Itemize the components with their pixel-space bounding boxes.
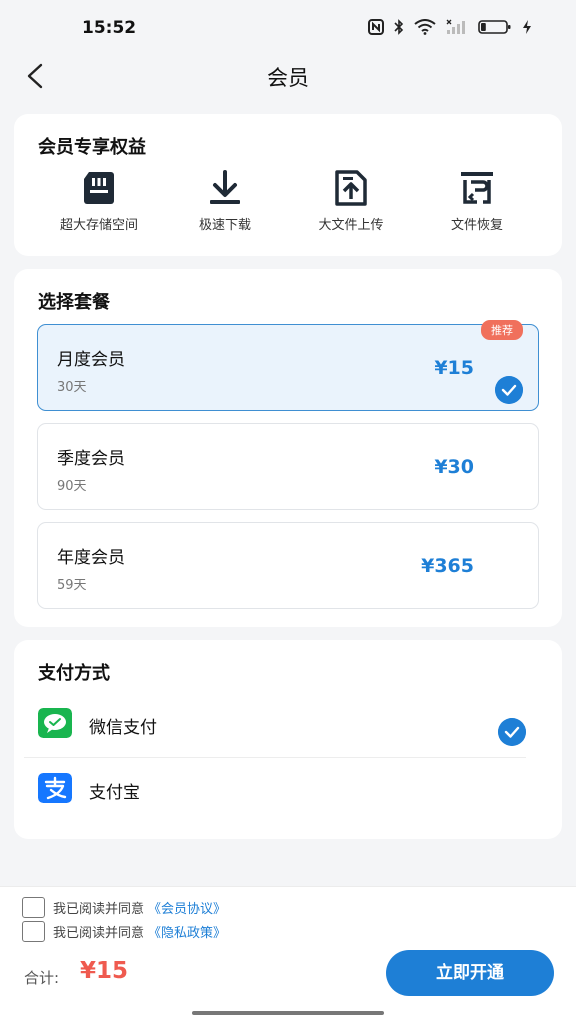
- divider: [24, 757, 526, 758]
- wifi-icon: [414, 19, 436, 35]
- file-restore-icon: [461, 172, 493, 204]
- home-indicator: [192, 1011, 384, 1015]
- benefit-label: 大文件上传: [318, 218, 384, 233]
- agreement-text: 我已阅读并同意: [53, 902, 145, 917]
- plan-duration: 30天: [57, 380, 87, 395]
- sd-card-icon: [84, 172, 114, 204]
- plan-price: ¥15: [434, 357, 474, 379]
- benefits-card: 会员专享权益 超大存储空间 极速下载 大文件上传 文件恢复: [14, 114, 562, 256]
- signal-icon: [446, 19, 465, 34]
- member-agreement-link[interactable]: 《会员协议》: [148, 898, 226, 917]
- benefit-storage: 超大存储空间: [39, 168, 159, 233]
- payment-option-wechat[interactable]: 微信支付: [38, 696, 540, 756]
- total-label: 合计:: [24, 969, 60, 987]
- nav-bar: 会员: [0, 56, 576, 96]
- plan-option-yearly[interactable]: 年度会员 59天 ¥365: [37, 522, 539, 609]
- plan-option-monthly[interactable]: 推荐 月度会员 30天 ¥15: [37, 320, 539, 411]
- agreement-row-member: 我已阅读并同意 《会员协议》: [22, 897, 226, 918]
- total-price: ¥15: [80, 958, 129, 984]
- payment-card: 支付方式 微信支付 支付宝: [14, 640, 562, 839]
- benefit-fast-download: 极速下载: [165, 168, 285, 233]
- recommend-badge: 推荐: [481, 320, 523, 340]
- benefit-file-restore: 文件恢复: [417, 168, 537, 233]
- wechat-pay-icon: [38, 708, 72, 738]
- plans-card: 选择套餐 推荐 月度会员 30天 ¥15 季度会员 90天 ¥30 年度会员 5…: [14, 269, 562, 627]
- open-membership-button[interactable]: 立即开通: [386, 950, 554, 996]
- benefit-label: 文件恢复: [450, 218, 503, 233]
- bottom-bar: 我已阅读并同意 《会员协议》 我已阅读并同意 《隐私政策》 合计: ¥15 立即…: [0, 886, 576, 1024]
- payment-label: 微信支付: [89, 718, 157, 738]
- nfc-icon: [368, 19, 384, 35]
- agreement-checkbox[interactable]: [22, 921, 45, 942]
- alipay-icon: [38, 773, 72, 803]
- plan-name: 季度会员: [57, 449, 125, 469]
- benefits-title: 会员专享权益: [38, 137, 146, 158]
- agreement-text: 我已阅读并同意: [53, 926, 145, 941]
- battery-icon: [478, 20, 511, 34]
- plan-name: 月度会员: [57, 350, 125, 370]
- payment-title: 支付方式: [38, 663, 110, 684]
- plan-price: ¥30: [434, 456, 474, 478]
- benefit-label: 极速下载: [198, 218, 251, 233]
- payment-option-alipay[interactable]: 支付宝: [38, 761, 540, 821]
- status-bar: 15:52: [0, 0, 576, 56]
- privacy-policy-link[interactable]: 《隐私政策》: [148, 922, 226, 941]
- bluetooth-icon: [394, 19, 404, 35]
- benefit-large-upload: 大文件上传: [291, 168, 411, 233]
- plan-name: 年度会员: [57, 548, 125, 568]
- payment-label: 支付宝: [89, 783, 140, 803]
- page-title: 会员: [267, 66, 309, 90]
- check-circle-icon: [498, 718, 526, 746]
- plan-price: ¥365: [421, 555, 474, 577]
- download-icon: [210, 170, 240, 204]
- charging-icon: [523, 20, 531, 34]
- plan-option-quarterly[interactable]: 季度会员 90天 ¥30: [37, 423, 539, 510]
- plan-duration: 59天: [57, 578, 87, 593]
- benefit-label: 超大存储空间: [59, 218, 138, 233]
- status-time: 15:52: [82, 18, 137, 38]
- file-upload-icon: [335, 170, 367, 206]
- agreement-checkbox[interactable]: [22, 897, 45, 918]
- plans-title: 选择套餐: [38, 292, 110, 313]
- status-icons: [368, 19, 532, 35]
- check-circle-icon: [495, 376, 523, 404]
- plan-duration: 90天: [57, 479, 87, 494]
- agreement-row-privacy: 我已阅读并同意 《隐私政策》: [22, 921, 226, 942]
